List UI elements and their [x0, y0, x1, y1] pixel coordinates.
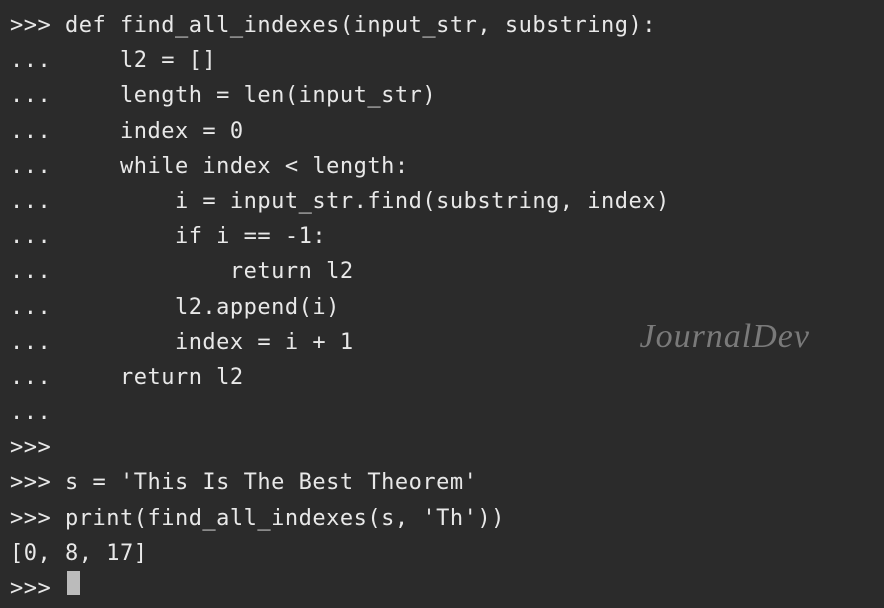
code-line: >>> [10, 430, 874, 465]
code-text: return l2 [65, 254, 354, 289]
output-line: [0, 8, 17] [10, 536, 874, 571]
code-line: ... length = len(input_str) [10, 78, 874, 113]
code-text: l2.append(i) [65, 290, 340, 325]
code-text: i = input_str.find(substring, index) [65, 184, 670, 219]
code-line: >>> print(find_all_indexes(s, 'Th')) [10, 501, 874, 536]
code-line: ... index = i + 1 [10, 325, 874, 360]
code-text: s = 'This Is The Best Theorem' [65, 465, 477, 500]
repl-continuation: ... [10, 325, 65, 360]
code-line: ... while index < length: [10, 149, 874, 184]
code-line: ... return l2 [10, 254, 874, 289]
code-text: print(find_all_indexes(s, 'Th')) [65, 501, 505, 536]
code-line: >>> def find_all_indexes(input_str, subs… [10, 8, 874, 43]
repl-continuation: ... [10, 290, 65, 325]
output-text: [0, 8, 17] [10, 536, 147, 571]
code-line: ... return l2 [10, 360, 874, 395]
repl-prompt: >>> [10, 8, 65, 43]
code-text: while index < length: [65, 149, 409, 184]
code-text: return l2 [65, 360, 244, 395]
repl-prompt: >>> [10, 501, 65, 536]
terminal-output[interactable]: >>> def find_all_indexes(input_str, subs… [10, 8, 874, 606]
input-line[interactable]: >>> [10, 571, 874, 606]
code-line: ... l2.append(i) [10, 290, 874, 325]
repl-continuation: ... [10, 395, 65, 430]
repl-prompt: >>> [10, 465, 65, 500]
repl-prompt: >>> [10, 430, 65, 465]
code-line: ... i = input_str.find(substring, index) [10, 184, 874, 219]
code-text: l2 = [] [65, 43, 216, 78]
repl-continuation: ... [10, 254, 65, 289]
code-text: if i == -1: [65, 219, 326, 254]
repl-continuation: ... [10, 184, 65, 219]
repl-continuation: ... [10, 78, 65, 113]
repl-continuation: ... [10, 114, 65, 149]
code-line: ... index = 0 [10, 114, 874, 149]
repl-continuation: ... [10, 43, 65, 78]
code-line: ... [10, 395, 874, 430]
code-line: >>> s = 'This Is The Best Theorem' [10, 465, 874, 500]
code-line: ... l2 = [] [10, 43, 874, 78]
code-text: length = len(input_str) [65, 78, 436, 113]
repl-continuation: ... [10, 360, 65, 395]
code-text: index = i + 1 [65, 325, 354, 360]
code-text: index = 0 [65, 114, 244, 149]
repl-prompt: >>> [10, 571, 65, 606]
code-line: ... if i == -1: [10, 219, 874, 254]
repl-continuation: ... [10, 149, 65, 184]
repl-continuation: ... [10, 219, 65, 254]
terminal-cursor [67, 571, 80, 595]
code-text: def find_all_indexes(input_str, substrin… [65, 8, 656, 43]
